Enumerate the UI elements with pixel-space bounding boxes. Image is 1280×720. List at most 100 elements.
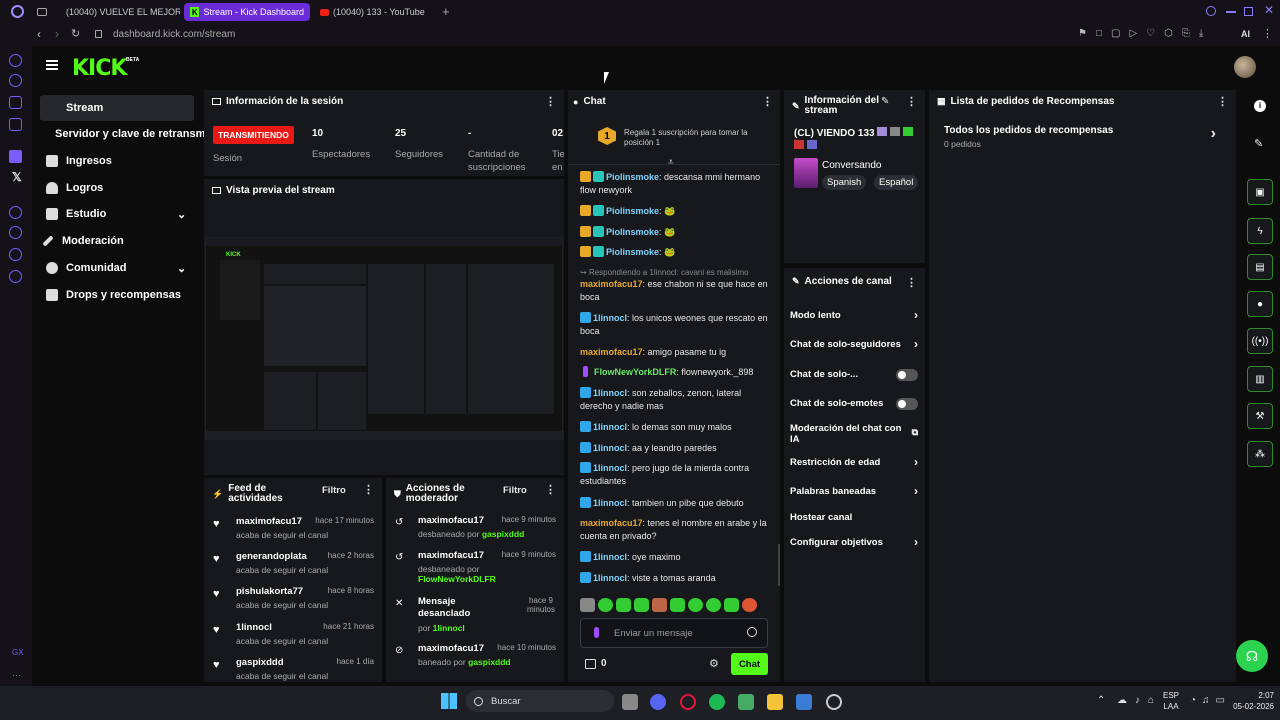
opera-logo-icon[interactable] <box>11 5 24 18</box>
chat-username[interactable]: 1linnocl <box>593 388 627 398</box>
channel-action-age-restriction[interactable]: Restricción de edad › <box>790 455 918 469</box>
more-icon[interactable]: ··· <box>12 670 21 680</box>
store-icon[interactable] <box>796 694 812 710</box>
task-view-icon[interactable] <box>622 694 638 710</box>
menu-icon[interactable]: ⋮ <box>1262 27 1273 40</box>
emote-icon[interactable] <box>616 598 631 612</box>
activity-menu-icon[interactable]: ⋮ <box>363 483 374 496</box>
start-button[interactable] <box>441 693 457 709</box>
sidebar-session-icon[interactable]: ▣ <box>1247 179 1273 205</box>
channel-actions-menu-icon[interactable]: ⋮ <box>906 276 917 289</box>
hamburger-menu-icon[interactable] <box>46 60 58 70</box>
emote-icon[interactable] <box>706 598 721 612</box>
modaction-by[interactable]: gaspixddd <box>482 529 525 539</box>
rewards-menu-icon[interactable]: ⋮ <box>1217 95 1228 108</box>
support-chat-button[interactable]: ☊ <box>1236 640 1268 672</box>
messenger-icon[interactable] <box>9 118 22 131</box>
tray-icons[interactable]: ☁♪⌂ <box>1117 695 1162 706</box>
aria-icon[interactable] <box>9 54 22 67</box>
search-tabs-icon[interactable] <box>1206 6 1216 16</box>
chat-send-button[interactable]: Chat <box>731 653 768 675</box>
activity-user[interactable]: maximofacu17 <box>236 516 302 527</box>
tray-chevron-icon[interactable]: ⌃ <box>1097 695 1105 706</box>
opera-gx-icon[interactable] <box>680 694 696 710</box>
tab-youtube-1[interactable]: (10040) VUELVE EL MEJOR... <box>56 3 180 21</box>
sidebar-shapes-icon[interactable]: ⁂ <box>1247 441 1273 467</box>
emote-icon[interactable] <box>634 598 649 612</box>
kick-logo[interactable]: KICK <box>72 56 127 81</box>
extensions-icon[interactable] <box>9 248 22 261</box>
reload-icon[interactable]: ↻ <box>71 27 80 40</box>
sub-gift-prompt[interactable]: Regala 1 suscripción para tomar la posic… <box>624 128 759 148</box>
activity-user[interactable]: gaspixddd <box>236 657 284 668</box>
activity-user[interactable]: pishulakorta77 <box>236 586 303 597</box>
chat-username[interactable]: 1linnocl <box>593 463 627 473</box>
emoji-icon[interactable] <box>747 627 757 637</box>
maximize-button[interactable] <box>1244 7 1253 16</box>
chat-username[interactable]: FlowNewYorkDLFR <box>594 367 676 377</box>
channel-action-goals[interactable]: Configurar objetivos › <box>790 535 918 549</box>
chat-username[interactable]: 1linnocl <box>593 552 627 562</box>
modaction-user[interactable]: maximofacu17 <box>418 550 484 561</box>
store-icon[interactable] <box>585 659 596 669</box>
settings-icon[interactable] <box>9 270 22 283</box>
new-tab-button[interactable]: + <box>442 4 450 19</box>
chat-username[interactable]: Piolinsmoke <box>606 247 659 257</box>
nav-moderacion[interactable]: Moderación <box>40 228 194 254</box>
discord-icon[interactable] <box>650 694 666 710</box>
nav-logros[interactable]: Logros <box>40 175 194 201</box>
info-icon[interactable]: i <box>1254 100 1266 112</box>
chat-username[interactable]: maximofacu17 <box>580 279 643 289</box>
chat-settings-icon[interactable]: ⚙ <box>709 657 719 670</box>
emote-icon[interactable] <box>580 598 595 612</box>
sidebar-bolt-icon[interactable]: ϟ <box>1247 218 1273 244</box>
tab-youtube-2[interactable]: (10040) 133 - YouTube <box>314 3 434 21</box>
channel-action-followers-only[interactable]: Chat de solo-seguidores › <box>790 337 918 351</box>
chat-username[interactable]: 1linnocl <box>593 313 627 323</box>
activity-user[interactable]: generandoplata <box>236 551 307 562</box>
instagram-icon[interactable] <box>9 96 22 109</box>
subs-only-toggle[interactable] <box>896 369 918 381</box>
clock[interactable]: 2:07 05-02-2026 <box>1230 690 1274 712</box>
nav-comunidad[interactable]: Comunidad ⌄ <box>40 255 194 281</box>
tag-espanol[interactable]: Español <box>874 175 919 190</box>
chat-username[interactable]: 1linnocl <box>593 422 627 432</box>
sidebar-mod-actions-icon[interactable]: ▥ <box>1247 366 1273 392</box>
back-icon[interactable]: ‹ <box>37 27 41 41</box>
chat-menu-icon[interactable]: ⋮ <box>762 95 773 108</box>
modactions-filter-button[interactable]: Filtro <box>503 485 527 496</box>
channel-action-slow-mode[interactable]: Modo lento › <box>790 308 918 322</box>
minimize-button[interactable] <box>1226 11 1236 13</box>
emote-icon[interactable] <box>742 598 757 612</box>
nav-estudio[interactable]: Estudio ⌄ <box>40 201 194 227</box>
tab-kick-dashboard[interactable]: K Stream - Kick Dashboard <box>184 3 310 21</box>
category-name[interactable]: Conversando <box>822 160 881 171</box>
modaction-by[interactable]: 1linnocl <box>433 623 465 633</box>
sidebar-document-icon[interactable]: ▤ <box>1247 254 1273 280</box>
close-window-button[interactable]: ✕ <box>1264 3 1274 17</box>
modaction-by[interactable]: gaspixddd <box>468 657 511 667</box>
forward-icon[interactable]: › <box>55 27 59 41</box>
spotify-icon[interactable] <box>709 694 725 710</box>
tag-spanish[interactable]: Spanish <box>822 175 867 190</box>
chat-username[interactable]: maximofacu17 <box>580 347 643 357</box>
history-icon[interactable] <box>9 226 22 239</box>
user-avatar[interactable] <box>1234 56 1256 78</box>
sidebar-broadcast-icon[interactable]: ((•)) <box>1247 328 1273 354</box>
file-explorer-icon[interactable] <box>767 694 783 710</box>
app-icon[interactable] <box>738 694 754 710</box>
chat-scrollbar[interactable] <box>778 544 780 586</box>
session-menu-icon[interactable]: ⋮ <box>545 95 556 108</box>
emote-icon[interactable] <box>724 598 739 612</box>
modactions-menu-icon[interactable]: ⋮ <box>545 483 556 496</box>
emotes-only-toggle[interactable] <box>896 398 918 410</box>
sidebar-wrench-icon[interactable]: ⚒ <box>1247 403 1273 429</box>
chat-username[interactable]: 1linnocl <box>593 573 627 583</box>
player-icon[interactable] <box>9 74 22 87</box>
nav-server-key[interactable]: Servidor y clave de retransmisión <box>40 121 205 147</box>
emote-icon[interactable] <box>688 598 703 612</box>
modaction-user[interactable]: maximofacu17 <box>418 643 484 654</box>
chat-username[interactable]: 1linnocl <box>593 498 627 508</box>
ai-button[interactable]: AI <box>1241 29 1250 39</box>
chrome-icon[interactable] <box>826 694 842 710</box>
